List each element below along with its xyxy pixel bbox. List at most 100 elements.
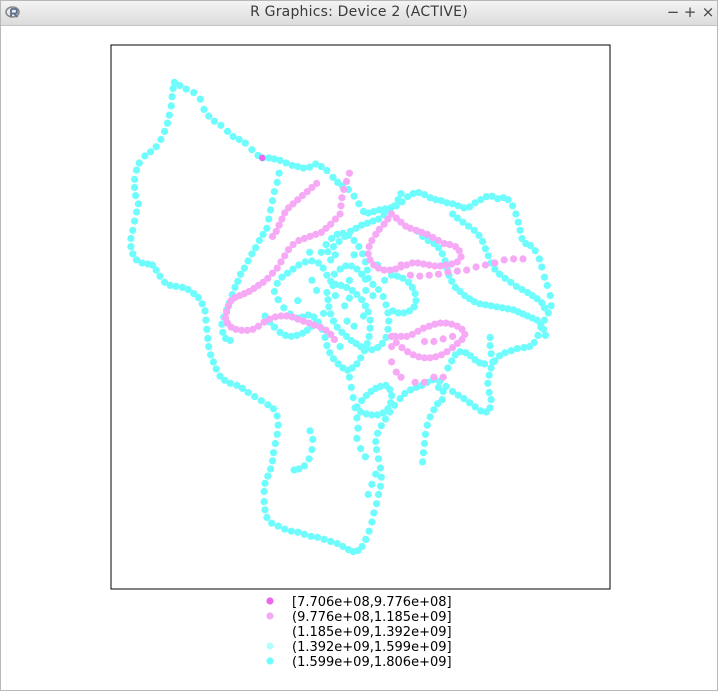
scatter-plot: [7.706e+08,9.776e+08](9.776e+08,1.185e+0… [110,44,611,670]
data-point [207,351,215,359]
data-point [274,296,282,304]
data-point [210,117,218,125]
data-point [362,535,370,543]
data-point [346,227,354,235]
data-point [200,105,208,113]
data-point [340,185,348,194]
data-point [534,331,542,339]
data-point [271,439,279,448]
data-point [235,135,243,144]
data-point [327,537,335,545]
data-point [538,263,546,271]
data-point [369,280,377,288]
data-point [373,500,381,508]
close-button[interactable]: × [700,4,716,20]
data-point [275,169,283,177]
data-point [147,148,155,156]
data-point [364,250,372,258]
data-point [368,518,376,526]
data-point [205,343,213,351]
data-point [463,266,471,274]
data-point [268,232,277,240]
data-point [343,317,351,325]
data-point [226,336,234,345]
data-point [438,250,446,258]
data-point [248,250,256,258]
data-point [270,323,278,331]
data-point [379,293,387,301]
maximize-button[interactable]: + [682,4,698,20]
data-point [430,406,438,414]
data-point [354,424,362,432]
data-point [323,271,331,279]
data-point [448,357,456,365]
legend-label: (1.599e+09,1.806e+09] [292,655,452,670]
data-point [361,302,369,310]
data-point [204,334,212,342]
data-point [364,490,372,499]
data-point [377,422,385,430]
data-point [543,281,551,289]
data-point [333,539,341,548]
data-point [374,285,383,294]
data-point [350,251,358,259]
data-point [176,81,184,90]
data-point [341,232,349,240]
data-point [265,215,273,223]
data-point [481,261,489,269]
legend-label: (9.776e+08,1.185e+09] [292,610,452,625]
data-point [308,276,316,284]
data-point [411,378,419,386]
data-point [290,466,298,474]
data-point [514,218,522,226]
data-point [241,139,249,147]
data-point [306,427,314,435]
data-point [426,413,434,421]
data-point [331,292,339,300]
title-bar[interactable]: R Graphics: Device 2 (ACTIVE) − + × [1,1,717,26]
data-point [224,302,232,310]
data-point [244,257,252,265]
data-point [260,498,268,506]
data-point [152,143,160,151]
data-point [273,430,281,438]
data-point [301,258,309,266]
data-point [273,178,281,186]
data-point [132,256,141,264]
data-point [345,373,353,381]
data-point [449,332,457,340]
data-point [439,335,447,343]
data-point [326,349,334,357]
data-point [317,248,325,256]
data-point [374,455,383,463]
data-point [314,259,323,267]
data-point [396,395,404,403]
data-point [345,294,353,302]
data-point [362,286,370,295]
data-point [455,247,463,255]
data-point [274,522,282,530]
data-point [480,360,489,368]
data-point [261,506,269,514]
minimize-button[interactable]: − [665,4,681,20]
data-point [231,283,239,291]
legend-marker [266,657,274,665]
data-point [132,166,141,174]
data-point [373,446,381,454]
legend-entry: (1.599e+09,1.806e+09] [266,655,452,670]
data-point [190,89,198,97]
legend-label: (1.392e+09,1.599e+09] [292,640,452,655]
data-point [419,458,427,466]
data-point [327,310,335,318]
data-point [472,263,480,271]
data-point [268,197,277,205]
data-point [278,273,286,281]
data-point [535,255,544,263]
data-point [485,371,493,379]
data-point [487,396,495,404]
data-point [412,297,420,305]
data-point [420,378,429,386]
data-point [444,268,452,276]
data-point [259,154,266,162]
data-point [257,397,265,405]
